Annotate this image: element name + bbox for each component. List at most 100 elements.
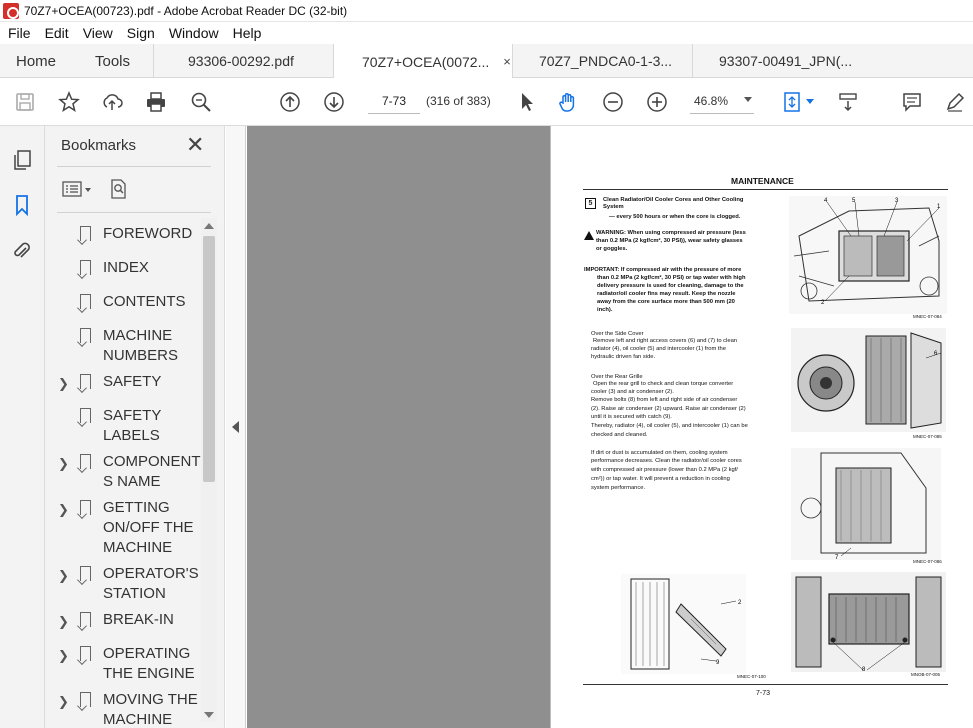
page-input-underline [368,113,420,114]
page-number: 7-73 [756,690,771,697]
chevron-right-icon[interactable]: ❯ [58,500,69,520]
bookmark-label: INDEX [103,259,149,276]
chevron-right-icon[interactable]: ❯ [58,646,69,666]
divider [57,166,211,167]
important-text: than 0.2 MPa (2 kgf/cm², 30 PSI) or tap … [597,275,746,281]
zoom-in-icon[interactable] [645,90,669,114]
doc-tab-label: 93306-00292.pdf [188,53,294,69]
menu-help[interactable]: Help [225,25,268,41]
step-title-line: System [603,204,624,210]
bookmarks-panel: Bookmarks ✕ FOREWORD INDEX CONTENTS MACH… [45,126,225,728]
bookmark-flag-icon [80,328,91,343]
hand-icon[interactable] [556,90,580,114]
zoom-out-icon[interactable] [601,90,625,114]
warning-text: than 0.2 MPa (2 kgf/cm², 30 PSI)), wear … [596,238,743,244]
window-titlebar: 70Z7+OCEA(00723).pdf - Adobe Acrobat Rea… [0,0,973,22]
scroll-down-arrow-icon[interactable] [204,712,214,718]
scroll-up-arrow-icon[interactable] [204,223,214,229]
panel-collapse-rail[interactable] [226,126,246,728]
step-number-box: 5 [585,198,596,209]
pen-icon[interactable] [943,90,967,114]
figure-caption: MNEC-07-085 [913,434,942,439]
menu-view[interactable]: View [75,25,119,41]
bookmark-flag-icon [80,294,91,309]
chevron-right-icon[interactable]: ❯ [58,692,69,712]
arrow-down-circle-icon[interactable] [322,90,346,114]
bookmark-label: COMPONENT S NAME [103,453,201,490]
bookmark-flag-icon [80,692,91,707]
collapse-arrow-icon[interactable] [232,421,239,433]
page-number-input[interactable]: 7-73 [367,89,421,113]
doc-tab-label: 93307-00491_JPN(... [719,53,853,69]
doc-tab-70z7-ocea[interactable]: 70Z7+OCEA(0072... × [334,44,513,79]
attachment-icon[interactable] [10,239,34,263]
close-icon[interactable]: ✕ [186,132,204,158]
bookmarks-scrollbar[interactable] [201,218,217,722]
star-icon[interactable] [57,90,81,114]
important-text: IMPORTANT: If compressed air with the pr… [584,267,742,273]
upload-icon[interactable] [100,90,124,114]
page-thumbnails-icon[interactable] [10,148,34,172]
menu-window[interactable]: Window [161,25,225,41]
cursor-icon[interactable] [515,90,539,114]
figure-air-condenser-catch: 2 9 [621,574,746,674]
bookmark-label: MACHINE NUMBERS [103,327,179,364]
menu-edit[interactable]: Edit [37,25,75,41]
document-viewport[interactable]: MAINTENANCE 5 Clean Radiator/Oil Cooler … [247,126,973,728]
body-text: Remove left and right access covers (6) … [593,338,738,344]
bookmarks-title: Bookmarks [61,137,137,154]
body-text: cooler (3) and air condenser (2). [591,389,674,395]
scroll-mode-icon[interactable] [836,90,860,114]
zoom-underline [690,113,754,114]
body-text: If dirt or dust is accumulated on them, … [591,450,728,456]
body-text: with compressed air pressure (lower than… [591,467,738,473]
menu-sign[interactable]: Sign [119,25,161,41]
chevron-right-icon[interactable]: ❯ [58,454,69,474]
body-text: (2). Raise air condenser (2) upward. Rai… [591,406,746,412]
header-rule [583,189,948,190]
doc-tab-70z7-pndca[interactable]: 70Z7_PNDCA0-1-3... [513,44,693,78]
zoom-dropdown-caret[interactable] [744,97,752,102]
bookmark-icon[interactable] [10,193,34,217]
chevron-right-icon[interactable]: ❯ [58,566,69,586]
save-icon[interactable] [13,90,37,114]
menu-file[interactable]: File [0,25,37,41]
important-text: inch). [597,307,613,313]
footer-rule [583,684,948,685]
menu-bar: File Edit View Sign Window Help [0,22,973,44]
tab-home[interactable]: Home [0,44,72,78]
arrow-up-circle-icon[interactable] [278,90,302,114]
zoom-level-input[interactable]: 46.8% [694,94,728,108]
bookmark-label: FOREWORD [103,225,193,242]
figure-side-cover: 6 [791,328,946,432]
print-icon[interactable] [144,90,168,114]
bookmark-options-icon[interactable] [61,180,93,203]
bookmark-flag-icon [80,646,91,661]
chevron-right-icon[interactable]: ❯ [58,374,69,394]
acrobat-app-icon [3,2,19,19]
tab-close-icon[interactable]: × [503,54,511,69]
doc-tab-93307[interactable]: 93307-00491_JPN(... [693,44,873,78]
zoom-search-icon[interactable] [189,90,213,114]
bookmark-label: MOVING THE MACHINE [103,691,198,728]
body-text: until it is secured with catch (9). [591,414,672,420]
comment-icon[interactable] [900,90,924,114]
page-count: (316 of 383) [426,94,491,108]
pdf-page: MAINTENANCE 5 Clean Radiator/Oil Cooler … [550,126,973,728]
fit-dropdown-caret[interactable] [806,99,814,104]
bookmark-flag-icon [80,408,91,423]
scroll-thumb[interactable] [203,236,215,482]
figure-left-access-cover: 7 [791,448,941,560]
important-text: delivery pressure is used for cleaning, … [597,283,744,289]
chevron-right-icon[interactable]: ❯ [58,612,69,632]
section-heading: Over the Rear Grille [591,374,643,380]
figure-caption: MNEC-07-086 [913,559,942,564]
bookmark-flag-icon [80,612,91,627]
tab-tools[interactable]: Tools [72,44,154,78]
body-text: system performance. [591,485,646,491]
bookmark-search-icon[interactable] [107,178,129,205]
doc-tab-label: 70Z7+OCEA(0072... [362,53,490,70]
important-text: radiator/oil cooler fins may result. Kee… [597,291,736,297]
doc-tab-93306[interactable]: 93306-00292.pdf [154,44,334,78]
fit-page-icon[interactable] [780,90,804,114]
